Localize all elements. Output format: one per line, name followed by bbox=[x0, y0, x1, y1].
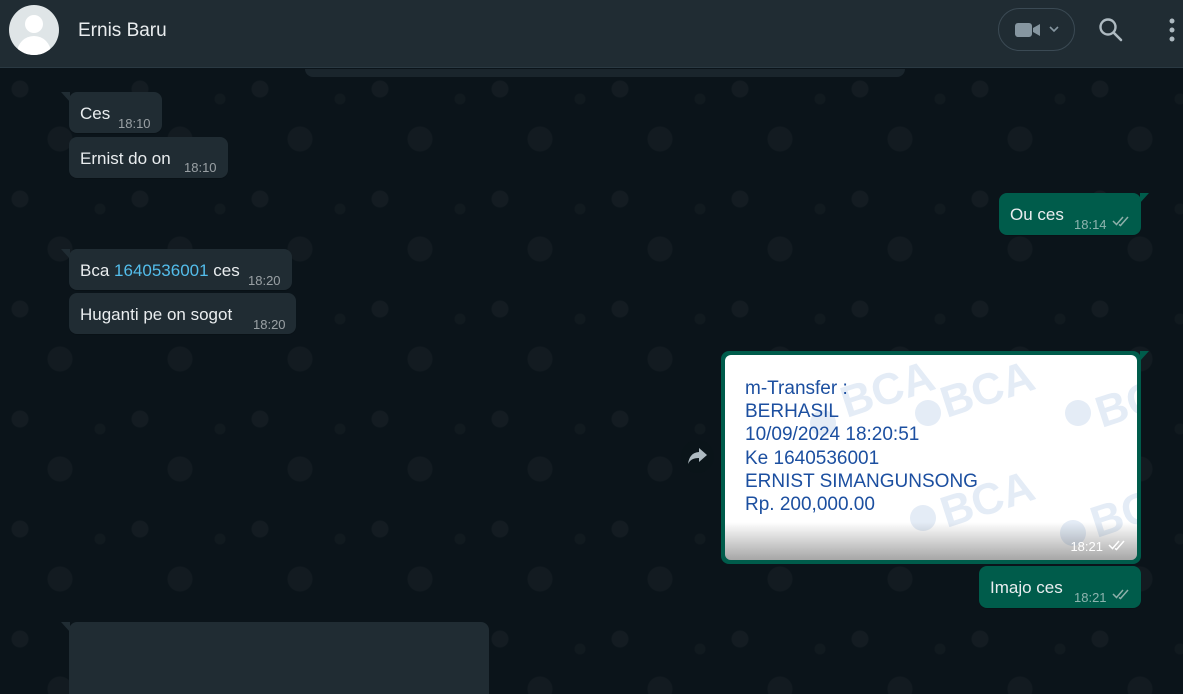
incoming-message[interactable]: Huganti pe on sogot 18:20 bbox=[69, 293, 296, 334]
message-time: 18:14 bbox=[1074, 217, 1107, 232]
forward-button[interactable] bbox=[681, 440, 714, 473]
forward-arrow-icon bbox=[688, 448, 707, 464]
receipt-line: Rp. 200,000.00 bbox=[745, 494, 875, 516]
message-text: Ou ces bbox=[1010, 205, 1064, 224]
message-text-suffix: ces bbox=[208, 261, 240, 280]
phone-number-link[interactable]: 1640536001 bbox=[114, 261, 209, 280]
search-icon[interactable] bbox=[1098, 17, 1124, 43]
message-time: 18:10 bbox=[184, 160, 217, 175]
chevron-down-icon bbox=[1049, 26, 1059, 33]
message-text-prefix: Bca bbox=[80, 261, 115, 280]
incoming-message[interactable]: Ces 18:10 bbox=[69, 92, 162, 133]
chat-header: Ernis Baru bbox=[0, 0, 1183, 68]
incoming-message[interactable]: Ernist do on 18:10 bbox=[69, 137, 228, 178]
avatar-body-shape bbox=[17, 36, 51, 55]
message-time: 18:20 bbox=[253, 317, 286, 332]
message-time: 18:10 bbox=[118, 116, 151, 131]
bubble-tail bbox=[1140, 193, 1149, 203]
receipt-line: 10/09/2024 18:20:51 bbox=[745, 424, 920, 446]
message-text: Huganti pe on sogot bbox=[80, 305, 233, 324]
message-text: Ces bbox=[80, 104, 111, 123]
double-check-icon bbox=[1112, 216, 1129, 227]
message-text: Imajo ces bbox=[990, 578, 1063, 597]
contact-name[interactable]: Ernis Baru bbox=[78, 20, 167, 42]
video-camera-icon bbox=[1015, 23, 1040, 37]
incoming-message[interactable]: Bca 1640536001 ces 18:20 bbox=[69, 249, 292, 290]
double-check-icon bbox=[1108, 540, 1125, 551]
avatar-head-shape bbox=[25, 15, 43, 33]
outgoing-message[interactable]: Imajo ces 18:21 bbox=[979, 566, 1141, 608]
image-message[interactable]: BCA BCA BCA BCA BCA m-Transfer : BERHASI… bbox=[721, 351, 1141, 564]
contact-avatar[interactable] bbox=[9, 5, 59, 55]
receipt-line: Ke 1640536001 bbox=[745, 447, 880, 469]
vertical-dots-menu-icon[interactable] bbox=[1168, 17, 1176, 43]
message-time: 18:21 bbox=[1074, 590, 1107, 605]
outgoing-message[interactable]: Ou ces 18:14 bbox=[999, 193, 1141, 235]
partial-incoming-message[interactable] bbox=[69, 622, 489, 694]
double-check-icon bbox=[1112, 589, 1129, 600]
bubble-tail bbox=[1140, 351, 1149, 361]
receipt-line: m-Transfer : bbox=[745, 378, 848, 399]
partial-message-bubble bbox=[305, 69, 905, 77]
receipt-line: BERHASIL bbox=[745, 401, 839, 423]
message-time: 18:21 bbox=[1070, 539, 1103, 554]
video-call-button[interactable] bbox=[998, 8, 1075, 51]
receipt-text: m-Transfer : BERHASIL 10/09/2024 18:20:5… bbox=[745, 377, 978, 516]
message-time: 18:20 bbox=[248, 273, 281, 288]
watermark-mark bbox=[1065, 400, 1091, 426]
message-text: Bca 1640536001 ces bbox=[80, 261, 240, 281]
chat-panel[interactable]: Ces 18:10 Ernist do on 18:10 Ou ces 18:1… bbox=[0, 69, 1183, 694]
message-text: Ernist do on bbox=[80, 149, 171, 168]
receipt-line: ERNIST SIMANGUNSONG bbox=[745, 470, 978, 492]
transfer-receipt-image[interactable]: BCA BCA BCA BCA BCA m-Transfer : BERHASI… bbox=[725, 355, 1137, 560]
watermark-text: BCA bbox=[1089, 361, 1137, 438]
